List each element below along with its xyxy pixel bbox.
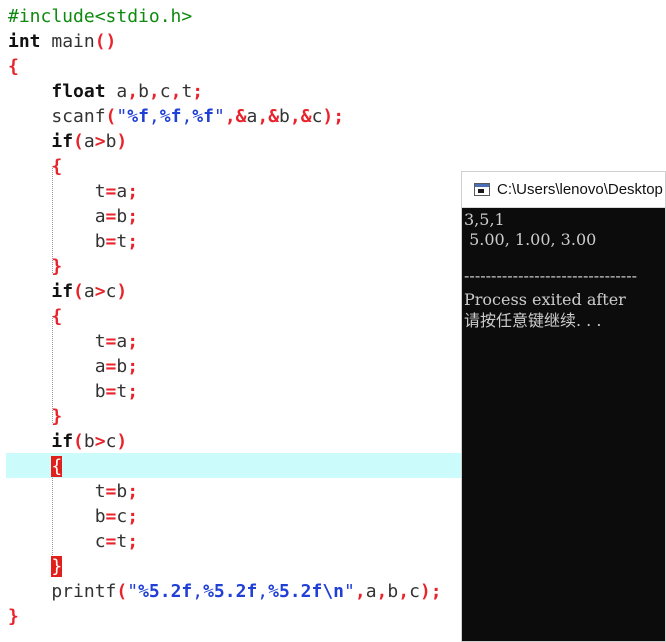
code-line-current: { (8, 454, 63, 479)
console-title: C:\Users\lenovo\Desktop (497, 181, 663, 198)
code-line: if(a>c) (51, 281, 128, 302)
code-line: a=b; (8, 206, 139, 227)
code-line: b=c; (8, 506, 139, 527)
code-line: t=a; (8, 181, 139, 202)
console-separator: -------------------------------- (464, 266, 637, 285)
console-titlebar[interactable]: C:\Users\lenovo\Desktop (462, 172, 665, 208)
code-line: t=a; (8, 331, 139, 352)
code-line: } (51, 406, 63, 427)
code-line: c=t; (8, 531, 139, 552)
code-line: { (51, 156, 63, 177)
brace-match: } (51, 556, 63, 577)
code-line: b=t; (8, 231, 139, 252)
code-line: { (51, 306, 63, 327)
console-window[interactable]: C:\Users\lenovo\Desktop 3,5,1 5.00, 1.00… (461, 171, 666, 642)
code-line: if(b>c) (51, 431, 128, 452)
console-app-icon (474, 183, 490, 196)
code-line: a=b; (8, 356, 139, 377)
console-output-line: 3,5,1 (464, 210, 505, 229)
console-output-line: 5.00, 1.00, 3.00 (464, 230, 597, 249)
code-line: scanf("%f,%f,%f",&a,&b,&c); (8, 106, 345, 127)
code-line: } (8, 606, 19, 627)
code-line: } (51, 256, 63, 277)
code-line: float a,b,c,t; (51, 81, 204, 102)
code-line: t=b; (8, 481, 139, 502)
code-line: } (8, 554, 63, 579)
code-line: { (8, 56, 19, 77)
code-line: printf("%5.2f,%5.2f,%5.2f\n",a,b,c); (8, 581, 442, 602)
code-line: if(a>b) (51, 131, 128, 152)
code-line: b=t; (8, 381, 139, 402)
brace-match: { (51, 456, 63, 477)
console-output-line: 请按任意键继续. . . (464, 311, 602, 330)
code-line: #include<stdio.h> (8, 6, 193, 27)
code-line: int main() (8, 31, 117, 52)
console-output-line: Process exited after (464, 290, 626, 309)
